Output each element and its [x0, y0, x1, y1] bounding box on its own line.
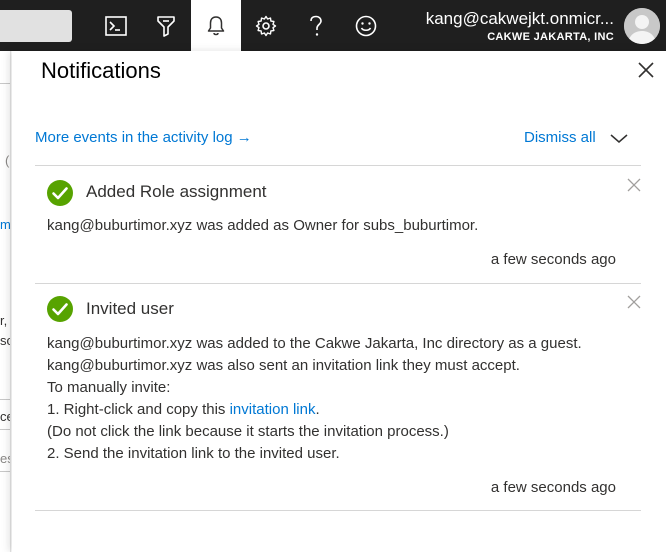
notification-message-line: (Do not click the link because it starts… — [47, 423, 449, 440]
notification-message-line: To manually invite: — [47, 379, 171, 396]
dismiss-all-button[interactable]: Dismiss all — [524, 129, 596, 146]
bell-icon — [207, 15, 225, 35]
notification-card[interactable]: Added Role assignment kang@buburtimor.xy… — [35, 166, 641, 283]
background-page-edge: ( m r, so ce es — [0, 51, 11, 552]
feedback-button[interactable] — [341, 0, 391, 51]
notification-message-line: kang@buburtimor.xyz was also sent an inv… — [47, 357, 520, 374]
panel-title: Notifications — [41, 58, 161, 83]
notifications-button[interactable] — [191, 0, 241, 51]
notification-message-line: 2. Send the invitation link to the invit… — [47, 445, 340, 462]
help-icon — [310, 15, 322, 36]
notification-title: Added Role assignment — [86, 182, 267, 201]
invitation-link[interactable]: invitation link — [230, 401, 316, 418]
notification-time: a few seconds ago — [490, 479, 616, 496]
bg-fragment: r, — [0, 313, 8, 328]
notification-message-line: 1. Right-click and copy this invitation … — [47, 399, 320, 421]
bg-fragment: es — [0, 451, 10, 466]
chevron-down-icon[interactable] — [608, 129, 630, 149]
activity-log-link[interactable]: More events in the activity log → — [35, 129, 252, 146]
bg-fragment: m — [0, 217, 11, 232]
dismiss-notification-icon[interactable] — [627, 295, 641, 309]
cloud-shell-button[interactable] — [91, 0, 141, 51]
user-avatar-icon — [624, 8, 660, 44]
dismiss-notification-icon[interactable] — [627, 178, 641, 192]
directory-filter-icon — [157, 15, 175, 37]
notification-message: kang@buburtimor.xyz was added as Owner f… — [47, 217, 479, 234]
instruction-text: 1. Right-click and copy this — [47, 401, 230, 418]
directory-filter-button[interactable] — [141, 0, 191, 51]
bg-fragment: ( — [5, 153, 10, 168]
top-bar: kang@cakwejkt.onmicr... CAKWE JAKARTA, I… — [0, 0, 666, 51]
search-box[interactable] — [0, 10, 72, 42]
avatar[interactable] — [624, 8, 660, 44]
feedback-smiley-icon — [355, 15, 377, 36]
notification-title: Invited user — [86, 299, 174, 318]
account-organization: CAKWE JAKARTA, INC — [487, 31, 614, 43]
instruction-suffix: . — [315, 401, 320, 418]
bg-fragment: ce — [0, 409, 10, 424]
account-menu[interactable]: kang@cakwejkt.onmicr... CAKWE JAKARTA, I… — [426, 8, 614, 44]
divider — [35, 510, 641, 511]
notification-message-line: kang@buburtimor.xyz was added to the Cak… — [47, 335, 582, 352]
settings-button[interactable] — [241, 0, 291, 51]
notification-card[interactable]: Invited user kang@buburtimor.xyz was add… — [35, 284, 641, 510]
help-button[interactable] — [291, 0, 341, 51]
success-check-icon — [47, 296, 73, 322]
close-icon[interactable] — [636, 60, 656, 80]
cloud-shell-icon — [105, 15, 127, 36]
account-name: kang@cakwejkt.onmicr... — [425, 9, 614, 28]
notifications-panel: Notifications More events in the activit… — [12, 51, 666, 552]
gear-icon — [255, 15, 277, 36]
success-check-icon — [47, 180, 73, 206]
bg-fragment: so — [0, 333, 10, 348]
notification-time: a few seconds ago — [490, 251, 616, 268]
